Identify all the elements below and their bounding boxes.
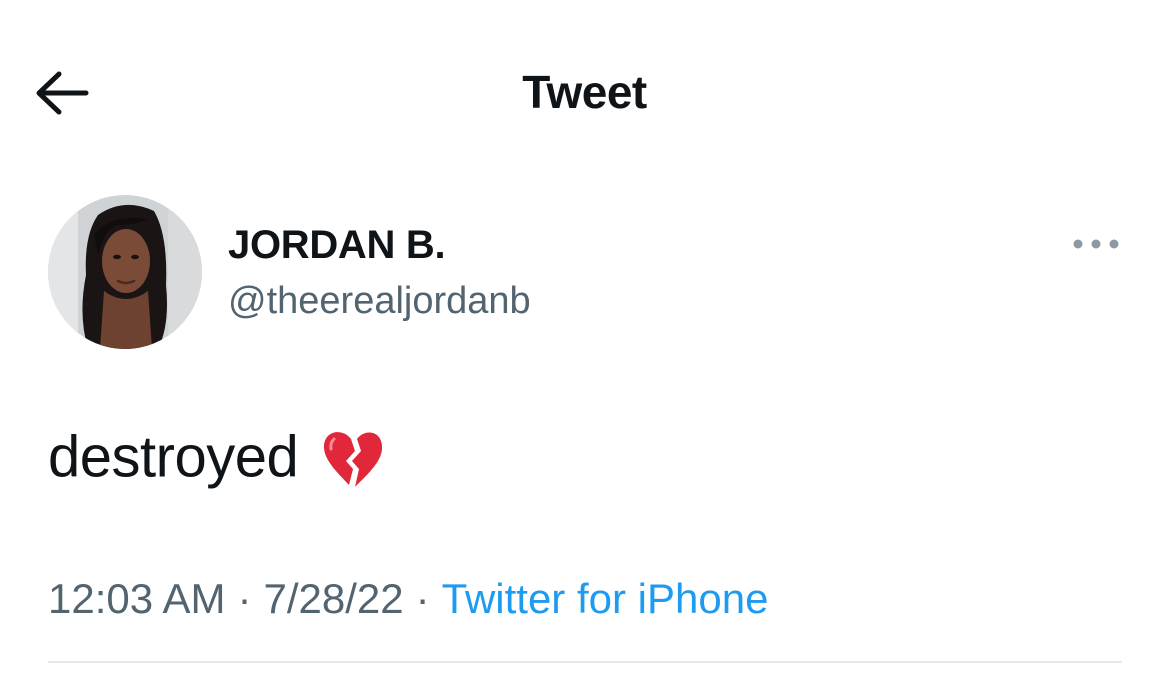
- avatar[interactable]: [48, 195, 202, 349]
- top-bar: Tweet: [0, 0, 1169, 185]
- tweet-body: destroyed: [48, 418, 386, 494]
- broken-heart-icon: [320, 425, 386, 491]
- more-options-button[interactable]: [1066, 226, 1126, 262]
- page-title: Tweet: [522, 66, 647, 118]
- more-horizontal-icon: [1073, 239, 1119, 249]
- divider: [48, 661, 1122, 663]
- meta-separator: ·: [415, 575, 430, 622]
- author-handle[interactable]: @theerealjordanb: [228, 277, 531, 325]
- tweet-text: destroyed: [48, 424, 299, 490]
- tweet-meta: 12:03 AM · 7/28/22 · Twitter for iPhone: [48, 572, 768, 626]
- tweet-source-link[interactable]: Twitter for iPhone: [442, 575, 769, 622]
- tweet-date: 7/28/22: [263, 575, 404, 622]
- author-display-name[interactable]: JORDAN B.: [228, 220, 446, 270]
- meta-separator: ·: [237, 575, 252, 622]
- tweet-time: 12:03 AM: [48, 575, 226, 622]
- profile-photo: [48, 195, 202, 349]
